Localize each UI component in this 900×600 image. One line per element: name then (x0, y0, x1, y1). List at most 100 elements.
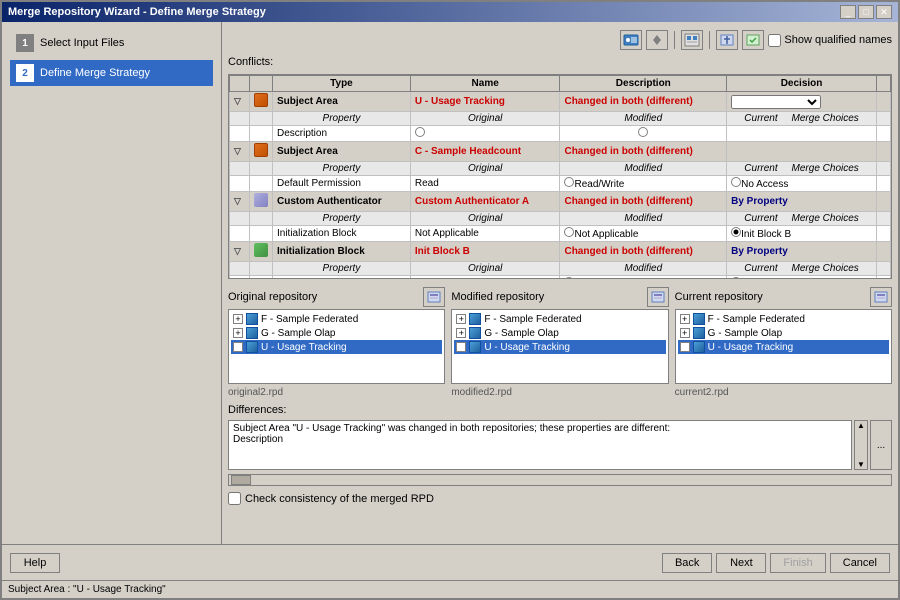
sidebar-item-define-merge[interactable]: 2 Define Merge Strategy (10, 60, 213, 86)
finish-button[interactable]: Finish (770, 553, 825, 573)
tree-item[interactable]: + F - Sample Federated (231, 312, 442, 326)
expand-icon[interactable]: + (456, 342, 466, 352)
cancel-button[interactable]: Cancel (830, 553, 890, 573)
check-consistency-label: Check consistency of the merged RPD (245, 493, 434, 505)
current-repo-tree[interactable]: + F - Sample Federated + G - Sample Olap… (675, 309, 892, 384)
toolbar-btn-2[interactable] (646, 30, 668, 50)
table-row: Property Original Modified Current Merge… (230, 112, 891, 126)
tree-item-selected[interactable]: + U - Usage Tracking (231, 340, 442, 354)
diff-text-line2: Description (233, 434, 847, 445)
scroll-up-arrow[interactable]: ▲ (857, 421, 865, 430)
help-button[interactable]: Help (10, 553, 60, 573)
close-button[interactable]: ✕ (876, 5, 892, 19)
table-row[interactable]: Default Permission Read Read/Write No Ac… (230, 176, 891, 192)
next-button[interactable]: Next (716, 553, 766, 573)
modified-repo-tree[interactable]: + F - Sample Federated + G - Sample Olap… (451, 309, 668, 384)
differences-scrollbar[interactable]: ▲ ▼ (854, 420, 868, 470)
original-repo-tree[interactable]: + F - Sample Federated + G - Sample Olap… (228, 309, 445, 384)
prop-cur: Init Block B (727, 226, 877, 242)
toolbar-btn-3[interactable] (681, 30, 703, 50)
scroll-thumb[interactable] (231, 475, 251, 485)
radio-modified[interactable] (564, 277, 574, 279)
check-consistency-row: Check consistency of the merged RPD (228, 492, 892, 505)
radio-current[interactable] (731, 177, 741, 187)
table-row[interactable]: Data Source Not Applicable Sample Relati… (230, 276, 891, 280)
conflicts-label: Conflicts: (228, 56, 892, 68)
expand-icon[interactable]: + (680, 342, 690, 352)
modified-repo-btn[interactable] (647, 287, 669, 307)
sidebar-item-select-input[interactable]: 1 Select Input Files (10, 30, 213, 56)
status-text: Subject Area : "U - Usage Tracking" (8, 584, 166, 595)
decision-select[interactable] (731, 95, 821, 109)
table-row[interactable]: ▽ Custom Authenticator Custom Authentica… (230, 192, 891, 212)
tree-item[interactable]: + F - Sample Federated (454, 312, 665, 326)
radio-current-selected[interactable] (731, 227, 741, 237)
row-name: C - Sample Headcount (410, 142, 560, 162)
database-icon (246, 313, 258, 325)
expand-icon[interactable]: + (233, 328, 243, 338)
toolbar-btn-4[interactable] (716, 30, 738, 50)
original-repo-header: Original repository (228, 287, 445, 307)
check-consistency-checkbox[interactable] (228, 492, 241, 505)
radio-modified[interactable] (564, 177, 574, 187)
sub-prop: Property (273, 212, 411, 226)
radio-modified[interactable] (564, 227, 574, 237)
scroll-cell (877, 92, 891, 112)
prop-orig: Not Applicable (410, 276, 560, 280)
conflicts-table: Type Name Description Decision ▽ Subjec (229, 75, 891, 279)
prop-orig: Read (410, 176, 560, 192)
tree-item[interactable]: + F - Sample Federated (678, 312, 889, 326)
expand-icon[interactable]: ▽ (234, 196, 241, 206)
original-repo-panel: Original repository + F - Sample Federat… (228, 287, 445, 398)
sub-orig: Original (410, 212, 560, 226)
tree-item-label: F - Sample Federated (708, 314, 805, 325)
expand-icon[interactable]: + (680, 314, 690, 324)
tree-item[interactable]: + G - Sample Olap (231, 326, 442, 340)
tree-item[interactable]: + G - Sample Olap (454, 326, 665, 340)
expand-icon[interactable]: ▽ (234, 146, 241, 156)
conflicts-table-container[interactable]: Type Name Description Decision ▽ Subjec (228, 74, 892, 279)
tree-item-selected[interactable]: + U - Usage Tracking (454, 340, 665, 354)
tree-item-label: F - Sample Federated (484, 314, 581, 325)
differences-box[interactable]: Subject Area "U - Usage Tracking" was ch… (228, 420, 852, 470)
table-row[interactable]: ▽ Subject Area C - Sample Headcount Chan… (230, 142, 891, 162)
differences-horizontal-scroll[interactable] (228, 474, 892, 486)
right-panel: Show qualified names Conflicts: Type Nam… (222, 22, 898, 544)
minimize-button[interactable]: _ (840, 5, 856, 19)
show-qualified-checkbox[interactable] (768, 34, 781, 47)
table-row[interactable]: ▽ Subject Area U - Usage Tracking Change… (230, 92, 891, 112)
database-icon (693, 341, 705, 353)
radio-original[interactable] (415, 127, 425, 137)
differences-more-button[interactable]: ... (870, 420, 892, 470)
table-row[interactable]: Initialization Block Not Applicable Not … (230, 226, 891, 242)
maximize-button[interactable]: □ (858, 5, 874, 19)
table-row[interactable]: ▽ Initialization Block Init Block B Chan… (230, 242, 891, 262)
original-repo-btn[interactable] (423, 287, 445, 307)
expand-icon[interactable]: + (680, 328, 690, 338)
tree-item[interactable]: + G - Sample Olap (678, 326, 889, 340)
toolbar-btn-1[interactable] (620, 30, 642, 50)
expand-icon[interactable]: + (233, 342, 243, 352)
expand-icon[interactable]: + (456, 328, 466, 338)
database-icon (469, 341, 481, 353)
col-icon (250, 76, 273, 92)
scroll-down-arrow[interactable]: ▼ (857, 460, 865, 469)
row-decision[interactable] (727, 92, 877, 112)
current-repo-btn[interactable] (870, 287, 892, 307)
tree-item-selected[interactable]: + U - Usage Tracking (678, 340, 889, 354)
table-row[interactable]: Description (230, 126, 891, 142)
radio-current-selected[interactable] (731, 277, 741, 279)
step2-label: Define Merge Strategy (40, 67, 150, 79)
step1-label: Select Input Files (40, 37, 124, 49)
back-button[interactable]: Back (662, 553, 712, 573)
radio-modified[interactable] (638, 127, 648, 137)
toolbar-btn-5[interactable] (742, 30, 764, 50)
prop-orig: Not Applicable (410, 226, 560, 242)
custom-auth-icon (254, 193, 268, 207)
expand-icon[interactable]: + (456, 314, 466, 324)
sub-mod: Modified (560, 112, 727, 126)
expand-icon[interactable]: + (233, 314, 243, 324)
expand-icon[interactable]: ▽ (234, 96, 241, 106)
repository-panels: Original repository + F - Sample Federat… (228, 287, 892, 398)
expand-icon[interactable]: ▽ (234, 246, 241, 256)
